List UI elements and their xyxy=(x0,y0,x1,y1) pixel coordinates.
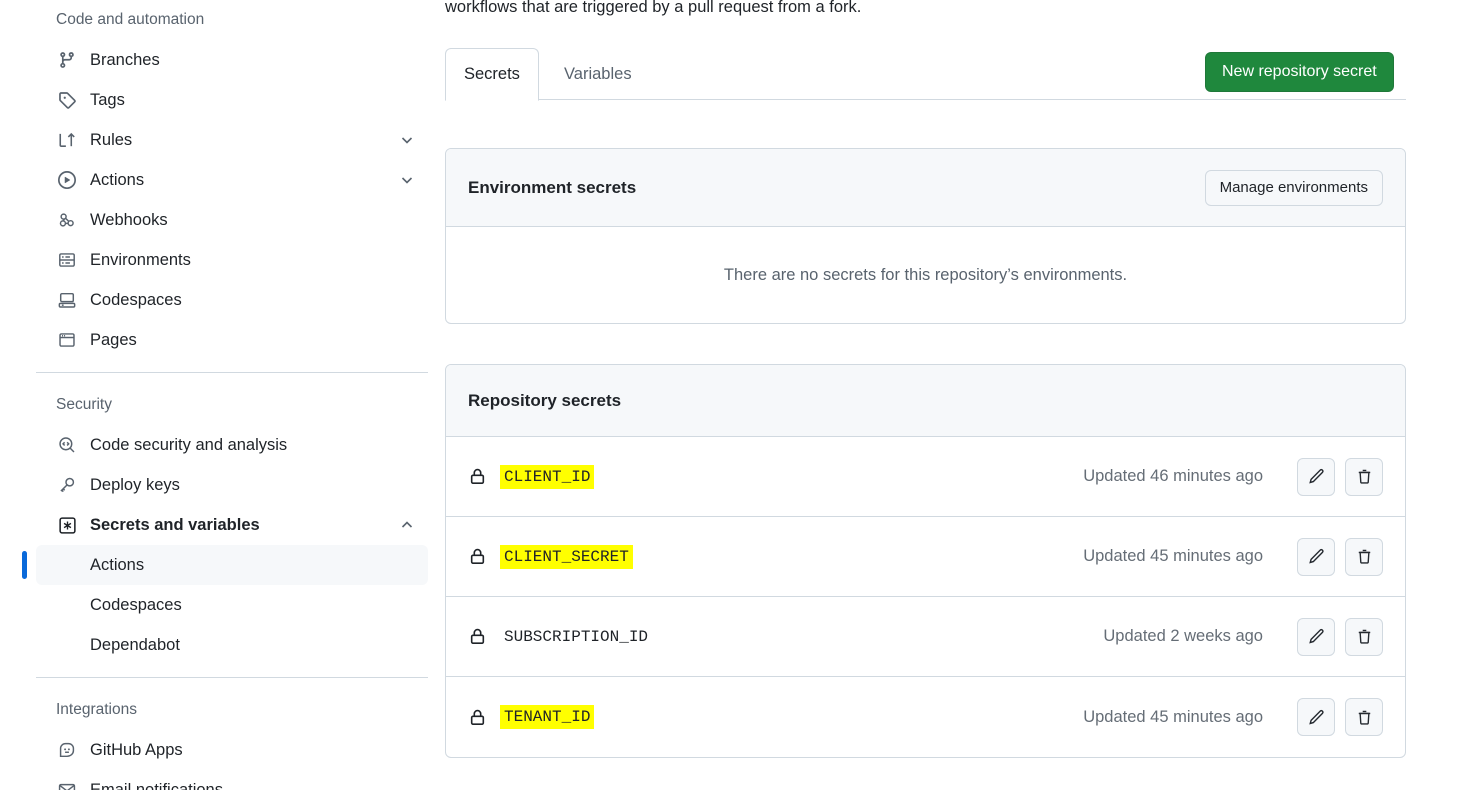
codespaces-icon xyxy=(56,289,78,311)
edit-pencil-icon[interactable] xyxy=(1297,698,1335,736)
sidebar-item-code-security-and-analysis[interactable]: Code security and analysis xyxy=(36,425,428,465)
sidebar-subitem-label: Dependabot xyxy=(90,635,180,654)
settings-sidebar: Code and automation Branches Tags Rules xyxy=(22,0,428,790)
table-row: TENANT_ID Updated 45 minutes ago xyxy=(446,677,1405,757)
server-icon xyxy=(56,249,78,271)
git-branch-icon xyxy=(56,49,78,71)
nav-group-title-code-automation: Code and automation xyxy=(56,11,205,28)
sidebar-subitem-codespaces[interactable]: Codespaces xyxy=(36,585,428,625)
sidebar-subitem-label: Actions xyxy=(90,555,145,574)
sidebar-item-actions[interactable]: Actions xyxy=(36,160,428,200)
chevron-up-icon xyxy=(398,516,416,534)
sidebar-item-label: Environments xyxy=(90,250,191,269)
edit-pencil-icon[interactable] xyxy=(1297,537,1335,576)
repository-secrets-title: Repository secrets xyxy=(468,390,622,410)
edit-pencil-icon[interactable] xyxy=(1297,617,1335,656)
sidebar-item-label: Rules xyxy=(90,130,133,149)
rules-icon xyxy=(56,129,78,151)
secrets-variables-tabbar: Secrets Variables New repository secret xyxy=(445,48,1406,101)
chevron-down-icon xyxy=(398,131,416,149)
tag-icon xyxy=(56,89,78,111)
secret-name: SUBSCRIPTION_ID xyxy=(504,627,649,646)
sidebar-item-label: Code security and analysis xyxy=(90,435,288,454)
sidebar-subitem-actions[interactable]: Actions xyxy=(22,545,428,585)
sidebar-item-label: Webhooks xyxy=(90,210,168,229)
tab-label: Variables xyxy=(564,65,632,83)
chevron-down-icon xyxy=(398,171,416,189)
environment-secrets-empty-state: There are no secrets for this repository… xyxy=(446,227,1405,323)
sidebar-item-secrets-and-variables[interactable]: Secrets and variables xyxy=(36,505,428,545)
table-row: CLIENT_SECRET Updated 45 minutes ago xyxy=(446,517,1405,597)
edit-pencil-icon[interactable] xyxy=(1297,457,1335,496)
sidebar-subitem-label: Codespaces xyxy=(90,595,182,614)
sidebar-item-email-notifications[interactable]: Email notifications xyxy=(36,770,428,790)
sidebar-item-label: Deploy keys xyxy=(90,475,180,494)
webhook-icon xyxy=(56,209,78,231)
trash-icon[interactable] xyxy=(1345,537,1383,576)
sidebar-item-branches[interactable]: Branches xyxy=(36,40,428,80)
sidebar-item-label: GitHub Apps xyxy=(90,740,183,759)
secret-updated-time: Updated 46 minutes ago xyxy=(1083,467,1263,485)
tab-variables[interactable]: Variables xyxy=(545,48,651,101)
sidebar-item-deploy-keys[interactable]: Deploy keys xyxy=(36,465,428,505)
empty-message: There are no secrets for this repository… xyxy=(723,265,1128,284)
environment-secrets-header: Environment secrets Manage environments xyxy=(446,149,1405,227)
sidebar-item-label: Email notifications xyxy=(90,780,223,790)
trash-icon[interactable] xyxy=(1345,617,1383,656)
nav-group-title-security: Security xyxy=(56,396,112,413)
sidebar-item-github-apps[interactable]: GitHub Apps xyxy=(36,730,428,770)
nav-group-title-integrations: Integrations xyxy=(56,701,137,718)
sidebar-item-label: Pages xyxy=(90,330,137,349)
secret-name: CLIENT_SECRET xyxy=(500,544,633,569)
sidebar-item-tags[interactable]: Tags xyxy=(36,80,428,120)
manage-environments-button[interactable]: Manage environments xyxy=(1204,169,1383,206)
browser-icon xyxy=(56,329,78,351)
secret-updated-time: Updated 45 minutes ago xyxy=(1083,707,1263,726)
secret-updated-time: Updated 2 weeks ago xyxy=(1103,627,1263,645)
sidebar-item-rules[interactable]: Rules xyxy=(36,120,428,160)
sidebar-item-codespaces[interactable]: Codespaces xyxy=(36,280,428,320)
table-row: CLIENT_ID Updated 46 minutes ago xyxy=(446,437,1405,517)
asterisk-box-icon xyxy=(56,514,78,536)
github-apps-icon xyxy=(56,739,78,761)
sidebar-divider-1 xyxy=(36,372,428,373)
sidebar-item-label: Secrets and variables xyxy=(90,515,260,534)
lock-icon xyxy=(468,627,490,646)
sidebar-item-label: Tags xyxy=(90,90,125,109)
secret-name: TENANT_ID xyxy=(500,705,595,729)
lock-icon xyxy=(468,467,490,486)
sidebar-item-label: Branches xyxy=(90,50,160,69)
sidebar-item-webhooks[interactable]: Webhooks xyxy=(36,200,428,240)
mail-icon xyxy=(56,779,78,790)
tab-label: Secrets xyxy=(464,65,520,83)
environment-secrets-title: Environment secrets xyxy=(468,177,637,197)
repository-secrets-panel: Repository secrets CLIENT_ID Updated 46 … xyxy=(445,364,1406,758)
sidebar-item-pages[interactable]: Pages xyxy=(36,320,428,360)
trash-icon[interactable] xyxy=(1345,457,1383,496)
play-circle-icon xyxy=(56,169,78,191)
sidebar-item-label: Codespaces xyxy=(90,290,182,309)
secret-name: CLIENT_ID xyxy=(500,464,595,489)
intro-paragraph: workflows that are triggered by a pull r… xyxy=(445,0,862,16)
table-row: SUBSCRIPTION_ID Updated 2 weeks ago xyxy=(446,597,1405,677)
settings-secrets-page: workflows that are triggered by a pull r… xyxy=(0,0,1465,790)
sidebar-divider-2 xyxy=(36,677,428,678)
tab-secrets[interactable]: Secrets xyxy=(445,48,539,101)
sidebar-item-environments[interactable]: Environments xyxy=(36,240,428,280)
code-scan-icon xyxy=(56,434,78,456)
key-icon xyxy=(56,474,78,496)
sidebar-item-label: Actions xyxy=(90,170,145,189)
sidebar-subitem-dependabot[interactable]: Dependabot xyxy=(36,625,428,665)
lock-icon xyxy=(468,547,490,566)
repository-secrets-header: Repository secrets xyxy=(446,365,1405,437)
lock-icon xyxy=(468,708,490,727)
secret-updated-time: Updated 45 minutes ago xyxy=(1083,547,1263,565)
environment-secrets-panel: Environment secrets Manage environments … xyxy=(445,148,1406,324)
trash-icon[interactable] xyxy=(1345,698,1383,736)
new-repository-secret-button[interactable]: New repository secret xyxy=(1205,52,1394,92)
